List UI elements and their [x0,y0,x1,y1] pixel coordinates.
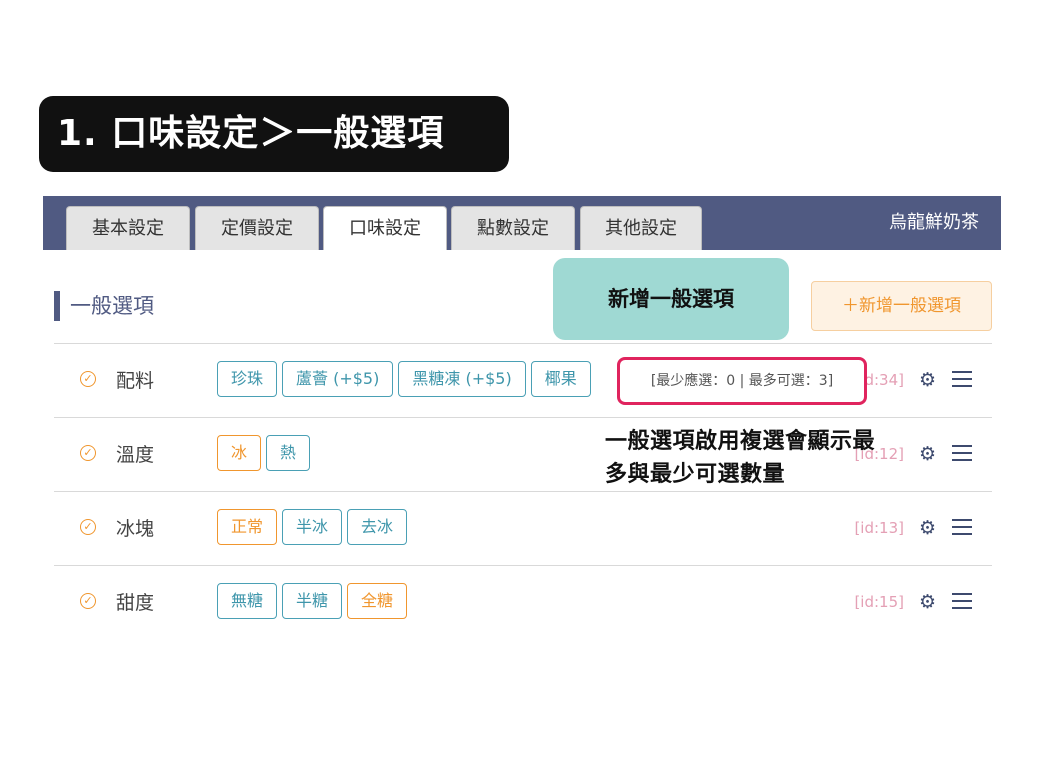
check-circle-icon[interactable]: ✓ [80,371,96,387]
option-group-name: 配料 [116,370,155,392]
option-chip[interactable]: 珍珠 [217,361,278,397]
product-name: 烏龍鮮奶茶 [889,212,979,233]
check-circle-icon[interactable]: ✓ [80,445,96,461]
option-chip[interactable]: 蘆薈 (+$5) [282,361,394,397]
row-id: [id:13] [854,519,904,537]
step-title: 1. 口味設定＞一般選項 [39,96,509,172]
option-group-name: 冰塊 [116,518,155,540]
add-option-callout: 新增一般選項 [553,258,789,340]
annotation-note: 一般選項啟用複選會顯示最多與最少可選數量 [605,429,876,487]
tab-flavor-settings[interactable]: 口味設定 [323,206,447,250]
option-chip[interactable]: 無糖 [217,583,278,619]
tab-points-settings[interactable]: 點數設定 [451,206,575,250]
hamburger-icon[interactable] [952,445,972,461]
row-id: [id:15] [854,593,904,611]
option-chip-selected[interactable]: 冰 [217,435,262,471]
option-chip[interactable]: 半糖 [282,583,343,619]
option-chip[interactable]: 半冰 [282,509,343,545]
option-group-name: 溫度 [116,444,155,466]
section-accent-bar [54,291,60,321]
option-chips: 無糖 半糖 全糖 [217,583,408,619]
option-group-name: 甜度 [116,592,155,614]
hamburger-icon[interactable] [952,371,972,387]
gear-icon[interactable]: ⚙ [919,444,936,464]
top-navigation-bar: 基本設定 定價設定 口味設定 點數設定 其他設定 烏龍鮮奶茶 [43,196,1001,250]
gear-icon[interactable]: ⚙ [919,592,936,612]
option-chip[interactable]: 黑糖凍 (+$5) [398,361,526,397]
option-chips: 珍珠 蘆薈 (+$5) 黑糖凍 (+$5) 椰果 [217,361,591,397]
option-chips: 正常 半冰 去冰 [217,509,408,545]
option-chip[interactable]: 椰果 [530,361,591,397]
option-chips: 冰 熱 [217,435,311,471]
section-title: 一般選項 [70,294,154,318]
tab-basic-settings[interactable]: 基本設定 [66,206,190,250]
option-chip-selected[interactable]: 全糖 [347,583,408,619]
gear-icon[interactable]: ⚙ [919,370,936,390]
tab-other-settings[interactable]: 其他設定 [580,206,702,250]
tab-price-settings[interactable]: 定價設定 [195,206,319,250]
option-chip[interactable]: 熱 [266,435,311,471]
option-row: ✓ 甜度 無糖 半糖 全糖 [id:15] ⚙ [54,565,992,639]
check-circle-icon[interactable]: ✓ [80,519,96,535]
hamburger-icon[interactable] [952,593,972,609]
hamburger-icon[interactable] [952,519,972,535]
check-circle-icon[interactable]: ✓ [80,593,96,609]
option-chip-selected[interactable]: 正常 [217,509,278,545]
gear-icon[interactable]: ⚙ [919,518,936,538]
option-chip[interactable]: 去冰 [347,509,408,545]
add-option-button[interactable]: ＋新增一般選項 [811,281,992,331]
selection-constraint-highlight: [最少應選：0 | 最多可選：3] [617,357,867,405]
option-row: ✓ 冰塊 正常 半冰 去冰 [id:13] ⚙ [54,491,992,565]
